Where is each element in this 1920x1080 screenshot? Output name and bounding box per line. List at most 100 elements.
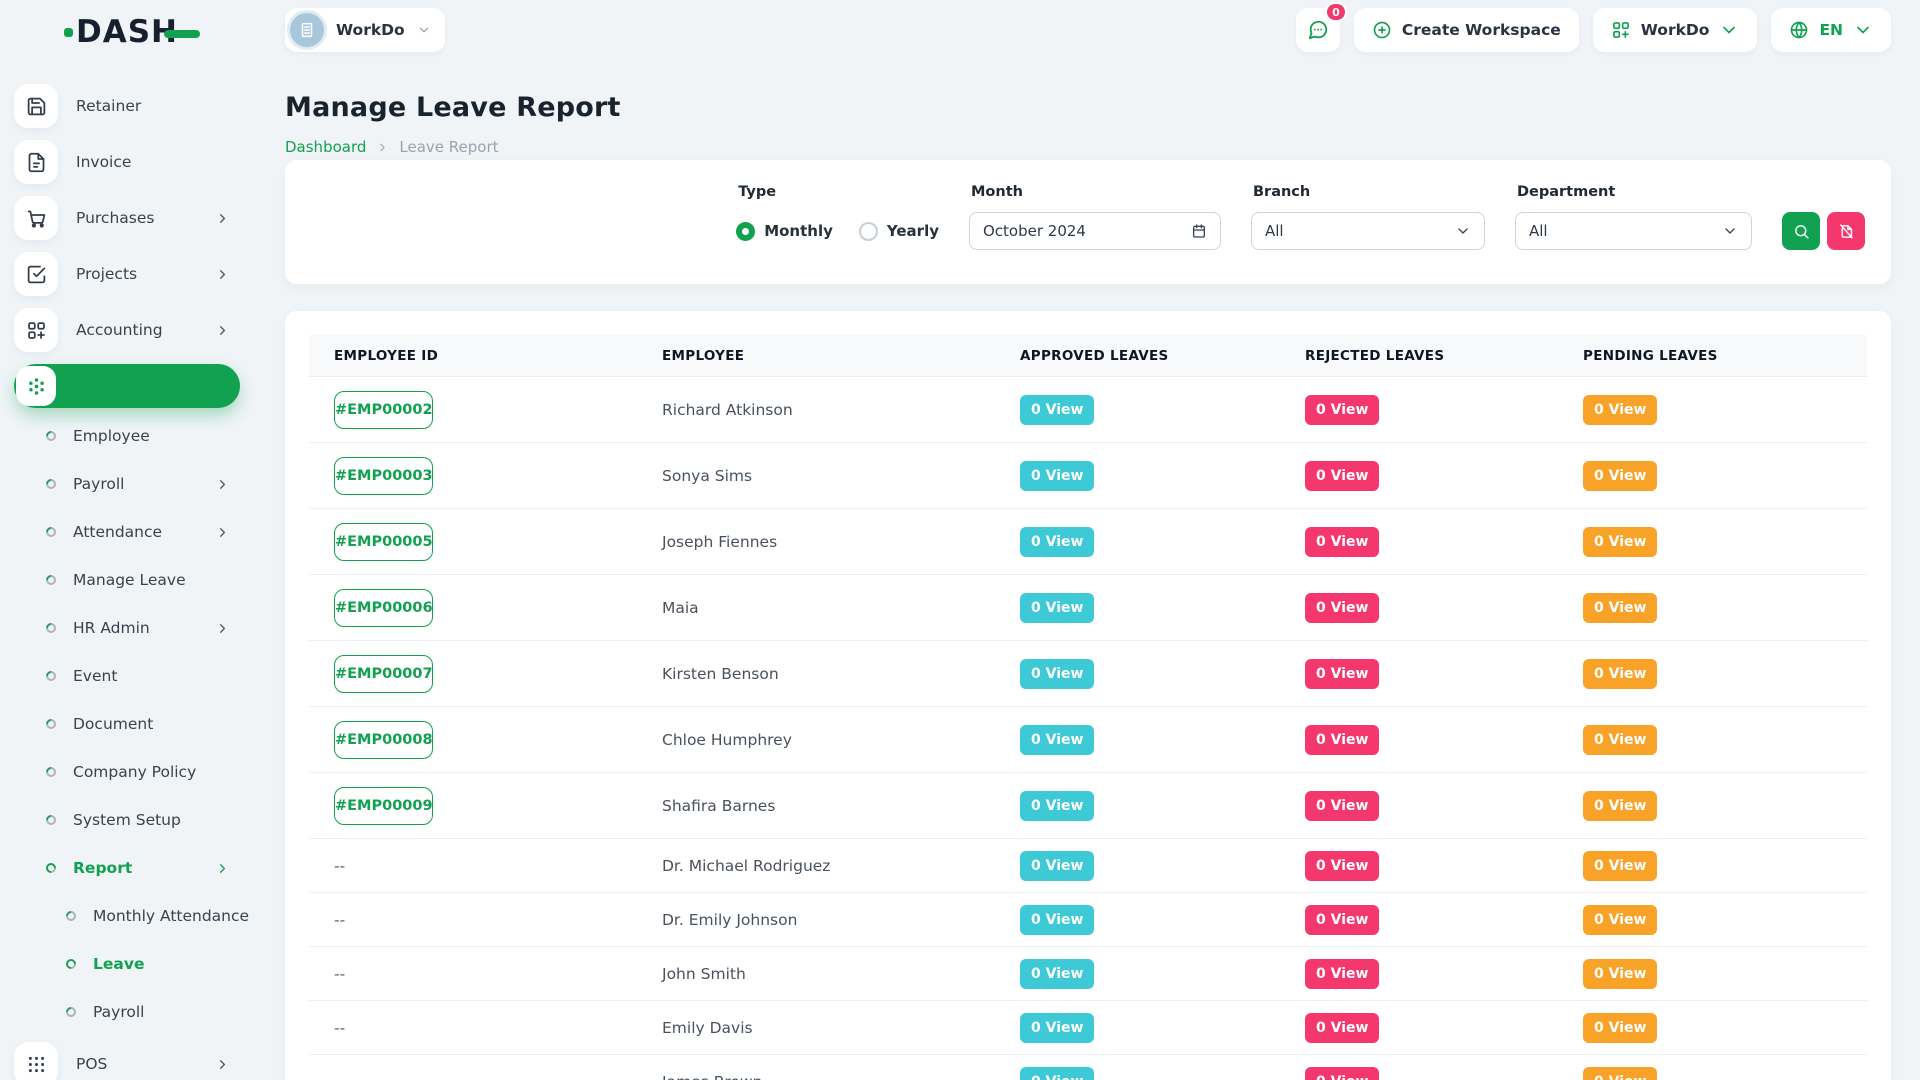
language-selector[interactable]: EN	[1771, 8, 1891, 52]
employee-id-badge[interactable]: #EMP00005	[334, 523, 433, 561]
table-row: #EMP00002Richard Atkinson0 View0 View0 V…	[309, 377, 1867, 443]
approved-leaves-cell: 0 View	[995, 461, 1280, 491]
sidebar-item-pos[interactable]: POS	[14, 1042, 240, 1080]
sidebar-item-employee[interactable]: Employee	[0, 418, 240, 454]
pending-view-badge[interactable]: 0 View	[1583, 1013, 1657, 1043]
sidebar-item-manage-leave[interactable]: Manage Leave	[0, 562, 240, 598]
pending-view-badge[interactable]: 0 View	[1583, 905, 1657, 935]
pending-leaves-cell: 0 View	[1558, 959, 1867, 989]
employee-id-badge[interactable]: #EMP00007	[334, 655, 433, 693]
create-workspace-button[interactable]: Create Workspace	[1354, 8, 1579, 52]
sidebar-item-hrm[interactable]: HRM	[14, 364, 240, 408]
approved-view-badge[interactable]: 0 View	[1020, 905, 1094, 935]
bullet-icon	[64, 1005, 78, 1019]
approved-view-badge[interactable]: 0 View	[1020, 1067, 1094, 1080]
sidebar-item-accounting[interactable]: Accounting	[14, 308, 240, 352]
approved-view-badge[interactable]: 0 View	[1020, 791, 1094, 821]
rejected-view-badge[interactable]: 0 View	[1305, 905, 1379, 935]
employee-id-badge[interactable]: #EMP00009	[334, 787, 433, 825]
approved-view-badge[interactable]: 0 View	[1020, 593, 1094, 623]
rejected-leaves-cell: 0 View	[1280, 791, 1558, 821]
employee-id-badge[interactable]: #EMP00006	[334, 589, 433, 627]
pending-view-badge[interactable]: 0 View	[1583, 959, 1657, 989]
approved-view-badge[interactable]: 0 View	[1020, 527, 1094, 557]
pending-view-badge[interactable]: 0 View	[1583, 851, 1657, 881]
rejected-view-badge[interactable]: 0 View	[1305, 791, 1379, 821]
sidebar-item-payroll[interactable]: Payroll	[0, 466, 240, 502]
month-input[interactable]: October 2024	[969, 212, 1221, 250]
dash-logo[interactable]: DASH	[64, 14, 200, 50]
rejected-view-badge[interactable]: 0 View	[1305, 1013, 1379, 1043]
sidebar-item-system-setup[interactable]: System Setup	[0, 802, 240, 838]
department-select[interactable]: All	[1515, 212, 1752, 250]
pending-view-badge[interactable]: 0 View	[1583, 791, 1657, 821]
type-filter: Type Monthly Yearly	[736, 182, 939, 250]
employee-name: James Brown	[637, 1073, 995, 1080]
check-square-icon	[14, 252, 58, 296]
column-header: EMPLOYEE ID	[309, 348, 637, 364]
pending-leaves-cell: 0 View	[1558, 725, 1867, 755]
sidebar-item-label: Purchases	[76, 209, 154, 227]
radio-monthly[interactable]: Monthly	[736, 222, 833, 241]
sidebar-item-purchases[interactable]: Purchases	[14, 196, 240, 240]
sidebar-item-monthly-attendance[interactable]: Monthly Attendance	[0, 898, 240, 934]
branch-select[interactable]: All	[1251, 212, 1485, 250]
pending-view-badge[interactable]: 0 View	[1583, 593, 1657, 623]
rejected-view-badge[interactable]: 0 View	[1305, 527, 1379, 557]
sidebar-item-label: Payroll	[73, 475, 124, 493]
sidebar-item-attendance[interactable]: Attendance	[0, 514, 240, 550]
workspace-switcher[interactable]: WorkDo	[285, 8, 445, 52]
sidebar-item-invoice[interactable]: Invoice	[14, 140, 240, 184]
employee-id-empty: --	[334, 965, 345, 983]
pending-view-badge[interactable]: 0 View	[1583, 1067, 1657, 1080]
sidebar-item-payroll[interactable]: Payroll	[0, 994, 240, 1030]
rejected-leaves-cell: 0 View	[1280, 659, 1558, 689]
rejected-view-badge[interactable]: 0 View	[1305, 851, 1379, 881]
rejected-view-badge[interactable]: 0 View	[1305, 395, 1379, 425]
breadcrumb-dashboard-link[interactable]: Dashboard	[285, 138, 366, 156]
column-header: EMPLOYEE	[637, 348, 995, 364]
approved-view-badge[interactable]: 0 View	[1020, 659, 1094, 689]
radio-selected-icon	[736, 222, 755, 241]
messages-button[interactable]: 0	[1296, 8, 1340, 52]
sidebar-item-company-policy[interactable]: Company Policy	[0, 754, 240, 790]
sidebar-item-projects[interactable]: Projects	[14, 252, 240, 296]
employee-id-badge[interactable]: #EMP00002	[334, 391, 433, 429]
rejected-view-badge[interactable]: 0 View	[1305, 659, 1379, 689]
employee-id-badge[interactable]: #EMP00008	[334, 721, 433, 759]
approved-view-badge[interactable]: 0 View	[1020, 959, 1094, 989]
employee-id-badge[interactable]: #EMP00003	[334, 457, 433, 495]
employee-id-cell: --	[309, 1019, 637, 1037]
pending-view-badge[interactable]: 0 View	[1583, 527, 1657, 557]
radio-yearly[interactable]: Yearly	[859, 222, 939, 241]
approved-view-badge[interactable]: 0 View	[1020, 1013, 1094, 1043]
sidebar-item-leave[interactable]: Leave	[0, 946, 240, 982]
pending-leaves-cell: 0 View	[1558, 395, 1867, 425]
approved-view-badge[interactable]: 0 View	[1020, 725, 1094, 755]
approved-view-badge[interactable]: 0 View	[1020, 851, 1094, 881]
pending-view-badge[interactable]: 0 View	[1583, 725, 1657, 755]
pending-view-badge[interactable]: 0 View	[1583, 461, 1657, 491]
export-off-button[interactable]	[1827, 212, 1865, 250]
pending-view-badge[interactable]: 0 View	[1583, 395, 1657, 425]
employee-name: Maia	[637, 599, 995, 617]
rejected-view-badge[interactable]: 0 View	[1305, 461, 1379, 491]
sidebar-item-retainer[interactable]: Retainer	[14, 84, 240, 128]
approved-view-badge[interactable]: 0 View	[1020, 461, 1094, 491]
rejected-view-badge[interactable]: 0 View	[1305, 725, 1379, 755]
sidebar-item-label: Projects	[76, 265, 137, 283]
employee-id-cell: --	[309, 857, 637, 875]
pending-view-badge[interactable]: 0 View	[1583, 659, 1657, 689]
sidebar-item-report[interactable]: Report	[0, 850, 240, 886]
search-button[interactable]	[1782, 212, 1820, 250]
sidebar-item-event[interactable]: Event	[0, 658, 240, 694]
app-switcher-button[interactable]: WorkDo	[1593, 8, 1758, 52]
sidebar-item-hr-admin[interactable]: HR Admin	[0, 610, 240, 646]
approved-leaves-cell: 0 View	[995, 527, 1280, 557]
rejected-view-badge[interactable]: 0 View	[1305, 959, 1379, 989]
rejected-view-badge[interactable]: 0 View	[1305, 1067, 1379, 1080]
rejected-view-badge[interactable]: 0 View	[1305, 593, 1379, 623]
sidebar-item-document[interactable]: Document	[0, 706, 240, 742]
approved-view-badge[interactable]: 0 View	[1020, 395, 1094, 425]
chevron-right-icon	[215, 211, 230, 226]
